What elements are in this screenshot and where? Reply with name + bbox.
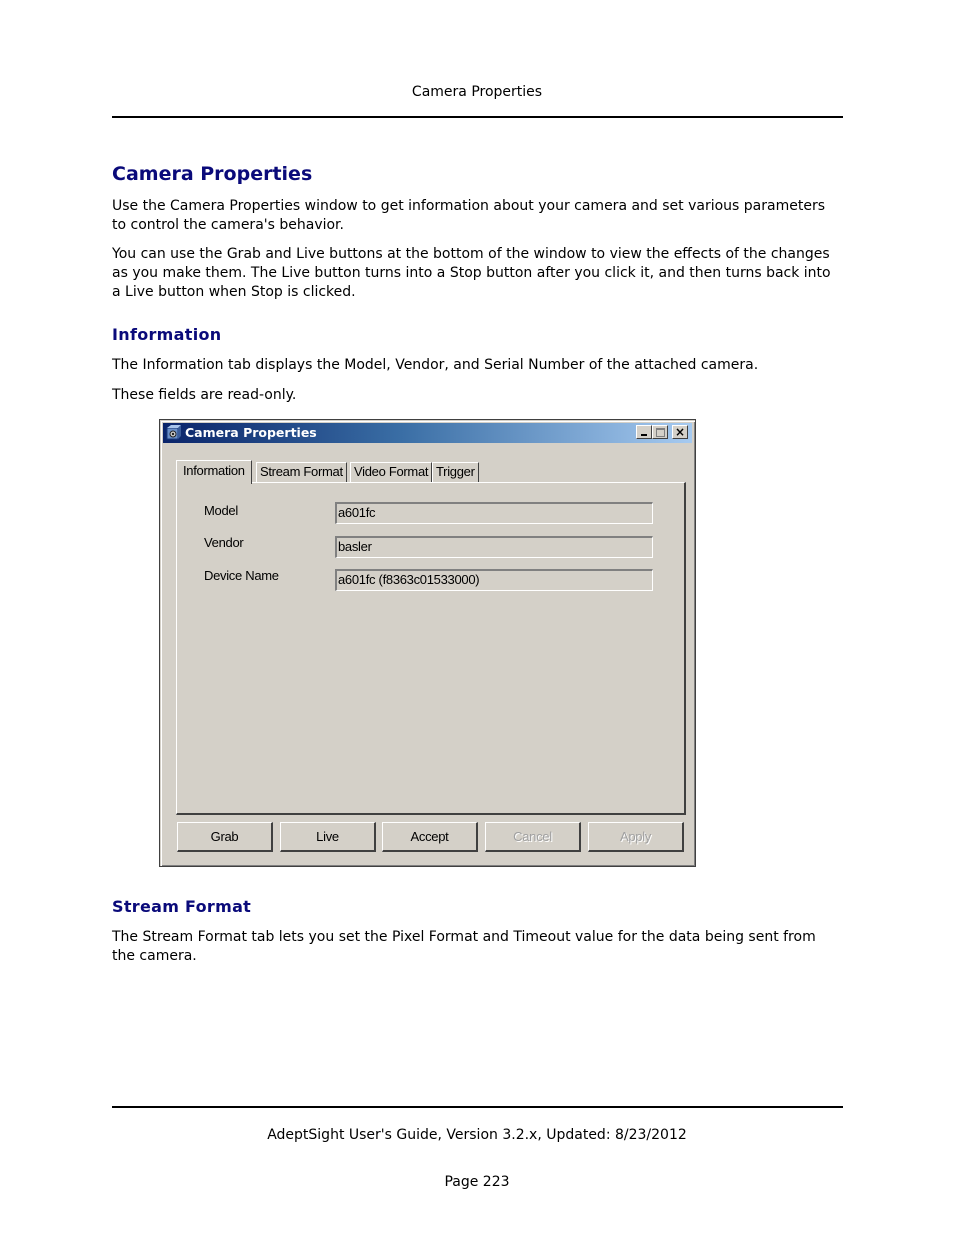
apply-button[interactable]: Apply bbox=[588, 822, 684, 852]
tab-video-format[interactable]: Video Format bbox=[350, 462, 433, 482]
vendor-field[interactable]: basler bbox=[335, 536, 653, 558]
section-heading-stream-format: Stream Format bbox=[112, 897, 252, 916]
page-number: Page 223 bbox=[444, 1174, 510, 1190]
tab-stream-format[interactable]: Stream Format bbox=[256, 462, 347, 482]
field-label-device-name: Device Name bbox=[204, 568, 279, 583]
close-button[interactable]: × bbox=[672, 425, 688, 439]
minimize-button[interactable] bbox=[636, 425, 652, 439]
footer-rule bbox=[112, 1106, 843, 1108]
tab-panel: Model a601fc Vendor basler Device Name a… bbox=[176, 482, 686, 815]
device-name-field[interactable]: a601fc (f8363c01533000) bbox=[335, 569, 653, 591]
section-paragraph: These fields are read-only. bbox=[112, 387, 297, 403]
cancel-button[interactable]: Cancel bbox=[485, 822, 581, 852]
model-field[interactable]: a601fc bbox=[335, 502, 653, 524]
footer-guide-info: AdeptSight User's Guide, Version 3.2.x, … bbox=[267, 1127, 687, 1143]
tab-trigger[interactable]: Trigger bbox=[432, 462, 479, 482]
intro-paragraph: You can use the Grab and Live buttons at… bbox=[112, 246, 831, 300]
running-head: Camera Properties bbox=[411, 84, 543, 100]
title-bar[interactable]: Camera Properties × bbox=[163, 423, 692, 443]
accept-button[interactable]: Accept bbox=[382, 822, 478, 852]
section-paragraph: The Stream Format tab lets you set the P… bbox=[112, 929, 816, 964]
camera-icon bbox=[166, 425, 181, 440]
grab-button[interactable]: Grab bbox=[177, 822, 273, 852]
page-title: Camera Properties bbox=[112, 163, 313, 185]
close-icon: × bbox=[674, 425, 686, 439]
intro-paragraph: Use the Camera Properties window to get … bbox=[112, 198, 826, 233]
camera-properties-window: Camera Properties × Information Stream F… bbox=[159, 419, 696, 867]
maximize-button[interactable] bbox=[652, 425, 668, 439]
field-label-model: Model bbox=[204, 503, 238, 518]
section-paragraph: The Information tab displays the Model, … bbox=[112, 357, 759, 373]
field-label-vendor: Vendor bbox=[204, 535, 244, 550]
tab-information[interactable]: Information bbox=[176, 460, 252, 484]
header-rule bbox=[112, 116, 843, 118]
section-heading-information: Information bbox=[112, 325, 222, 344]
window-title: Camera Properties bbox=[185, 425, 317, 440]
live-button[interactable]: Live bbox=[280, 822, 376, 852]
